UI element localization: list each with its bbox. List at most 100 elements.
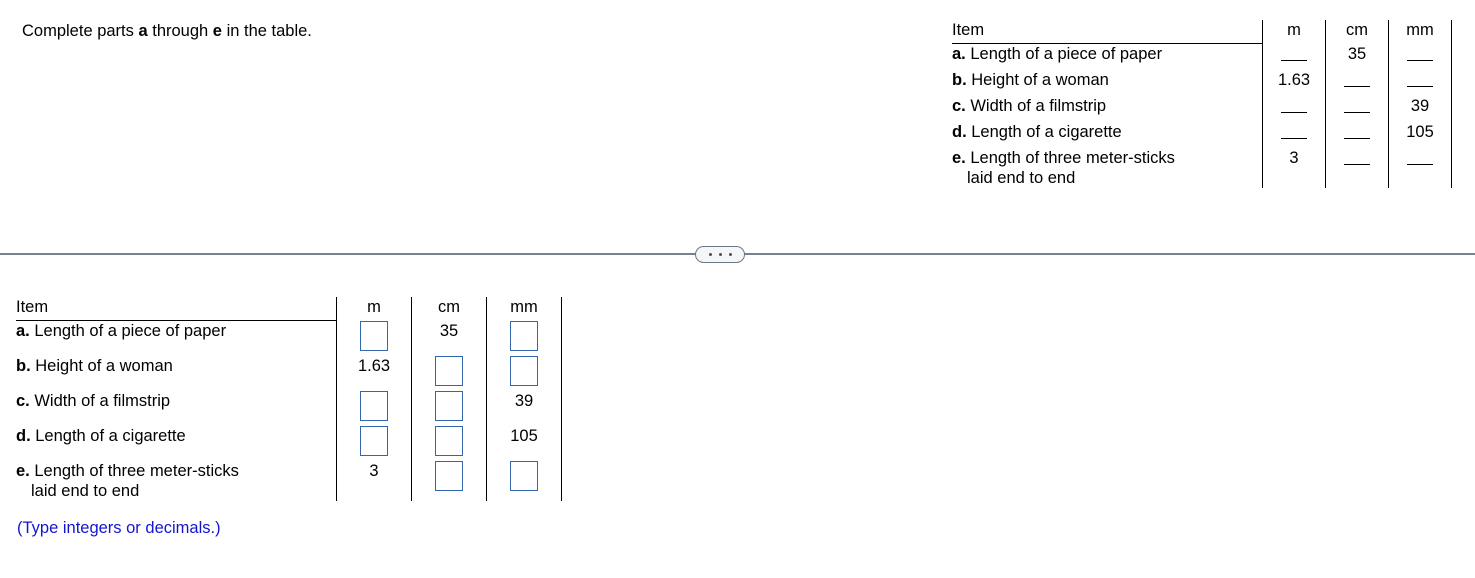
item-label-cell: a. Length of a piece of paper: [16, 321, 337, 356]
ellipsis-dot-icon: [708, 253, 712, 256]
blank-underline: [1344, 152, 1370, 165]
table-row: b. Height of a woman 1.63: [952, 69, 1452, 96]
item-label-line: d. Length of a cigarette: [952, 122, 1242, 142]
prompt-bold-e: e: [212, 22, 222, 40]
value-cell-mm: 105: [486, 425, 562, 461]
item-letter: a.: [16, 322, 30, 340]
row-right-edge: [561, 425, 562, 461]
table-row: e. Length of three meter-sticks laid end …: [952, 147, 1452, 188]
item-letter: a.: [952, 45, 966, 63]
answer-input-mm[interactable]: [510, 320, 538, 351]
input-format-hint: (Type integers or decimals.): [17, 519, 221, 537]
answer-input-cm[interactable]: [435, 355, 463, 386]
item-label-line: a. Length of a piece of paper: [16, 321, 316, 341]
value-text: 3: [369, 461, 379, 480]
answer-table: Item m cm mm a. Length of a piece of pap…: [16, 297, 562, 501]
item-label-line: c. Width of a filmstrip: [16, 391, 316, 411]
reference-table: Item m cm mm a. Length of a piece of pap…: [952, 20, 1452, 188]
item-text: Width of a filmstrip: [965, 96, 1107, 115]
value-cell-mm: [1388, 69, 1452, 96]
row-right-edge: [1451, 95, 1452, 122]
reference-table-head: Item m cm mm: [952, 20, 1452, 44]
answer-input-cm[interactable]: [435, 460, 463, 491]
table-row: c. Width of a filmstrip 39: [952, 95, 1452, 122]
prompt-text-middle: through: [147, 22, 213, 40]
answer-table-head: Item m cm mm: [16, 297, 562, 321]
value-cell-m: 3: [336, 460, 412, 501]
item-label-line: b. Height of a woman: [16, 356, 316, 376]
item-label-cell: d. Length of a cigarette: [16, 426, 337, 461]
table-row: b. Height of a woman 1.63: [16, 355, 562, 391]
item-label-cell: d. Length of a cigarette: [952, 122, 1263, 148]
answer-input-m[interactable]: [360, 320, 388, 351]
table-row: d. Length of a cigarette 105: [16, 425, 562, 461]
reference-table-container: Item m cm mm a. Length of a piece of pap…: [952, 20, 1452, 188]
value-cell-cm: [411, 355, 487, 391]
table-row: e. Length of three meter-sticks laid end …: [16, 460, 562, 501]
row-right-edge: [1451, 69, 1452, 96]
blank-underline: [1281, 100, 1307, 113]
answer-input-m[interactable]: [360, 390, 388, 421]
item-text: Height of a woman: [966, 70, 1109, 89]
expand-collapse-button[interactable]: [695, 246, 745, 263]
value-cell-m: 1.63: [336, 355, 412, 391]
value-text: 39: [1410, 96, 1430, 115]
value-text: 1.63: [357, 356, 391, 375]
row-right-edge: [1451, 43, 1452, 70]
answer-input-cm[interactable]: [435, 425, 463, 456]
item-text: Length of three meter-sticks: [29, 461, 239, 480]
header-mm: mm: [486, 297, 562, 321]
item-label-cell: e. Length of three meter-sticks laid end …: [16, 461, 337, 501]
blank-underline: [1407, 74, 1433, 87]
item-letter: b.: [952, 70, 967, 89]
prompt-bold-a: a: [138, 22, 148, 40]
answer-input-m[interactable]: [360, 425, 388, 456]
value-cell-m: [336, 320, 412, 356]
row-right-edge: [561, 320, 562, 356]
header-m: m: [1262, 20, 1326, 44]
answer-input-cm[interactable]: [435, 390, 463, 421]
value-cell-m: 3: [1262, 147, 1326, 188]
answer-table-container: Item m cm mm a. Length of a piece of pap…: [16, 297, 562, 501]
item-label-line: e. Length of three meter-sticks: [952, 148, 1242, 168]
item-letter: d.: [952, 122, 967, 141]
value-cell-m: [1262, 95, 1326, 122]
blank-underline: [1344, 100, 1370, 113]
value-cell-mm: [486, 320, 562, 356]
value-cell-cm: 35: [411, 320, 487, 356]
value-text: 105: [1406, 122, 1434, 141]
value-text: 3: [1289, 148, 1299, 167]
item-letter: e.: [952, 148, 966, 167]
item-letter: b.: [16, 356, 31, 375]
item-label-line: b. Height of a woman: [952, 70, 1242, 90]
answer-input-mm[interactable]: [510, 460, 538, 491]
table-header-row: Item m cm mm: [952, 20, 1452, 44]
item-label-line: e. Length of three meter-sticks: [16, 461, 316, 481]
value-cell-mm: 39: [1388, 95, 1452, 122]
answer-input-mm[interactable]: [510, 355, 538, 386]
value-cell-mm: [486, 460, 562, 501]
item-text: Width of a filmstrip: [29, 391, 171, 410]
value-cell-m: 1.63: [1262, 69, 1326, 96]
item-text: Length of three meter-sticks: [965, 148, 1175, 167]
header-cm: cm: [1325, 20, 1389, 44]
blank-underline: [1281, 126, 1307, 139]
value-cell-cm: [1325, 121, 1389, 148]
item-text: Length of a cigarette: [966, 122, 1122, 141]
table-row: a. Length of a piece of paper 35: [952, 43, 1452, 70]
prompt-text-before: Complete parts: [22, 22, 139, 40]
value-cell-mm: 39: [486, 390, 562, 426]
item-label-line: a. Length of a piece of paper: [952, 44, 1242, 64]
ellipsis-dot-icon: [728, 253, 732, 256]
question-prompt: Complete parts a through e in the table.: [22, 20, 312, 42]
value-cell-cm: [1325, 69, 1389, 96]
item-label-cell: c. Width of a filmstrip: [16, 391, 337, 426]
header-right-edge: [561, 297, 562, 321]
value-cell-m: [336, 425, 412, 461]
value-cell-cm: [1325, 95, 1389, 122]
row-right-edge: [561, 355, 562, 391]
value-cell-cm: [411, 425, 487, 461]
value-text: 35: [1347, 44, 1367, 63]
item-sub-text: laid end to end: [31, 481, 140, 500]
item-label-cell: c. Width of a filmstrip: [952, 96, 1263, 122]
